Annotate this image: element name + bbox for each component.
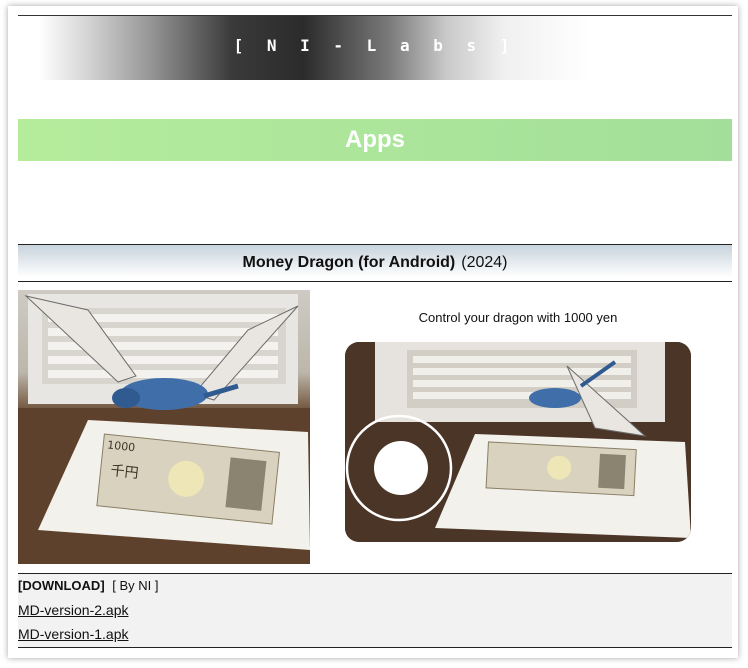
section-title: Apps (345, 126, 405, 153)
download-header: [DOWNLOAD] [ By NI ] (18, 578, 159, 593)
dragon-ar-screenshot-graphic (345, 342, 691, 542)
app-name: Money Dragon (for Android) (242, 254, 456, 271)
app-header: Money Dragon (for Android) (2024) (18, 244, 732, 282)
banknote-kanji: 千円 (110, 463, 140, 482)
page-frame: [ N I - L a b s ] Apps Money Dragon (for… (8, 6, 738, 658)
dragon-ar-screenshot (345, 342, 691, 542)
apk-link-version-2[interactable]: MD-version-2.apk (18, 602, 128, 618)
download-section: [DOWNLOAD] [ By NI ] MD-version-2.apk MD… (18, 573, 732, 648)
dragon-ar-photo: 1000 千円 (18, 290, 310, 564)
apps-section-banner: Apps (18, 119, 732, 161)
app-year: (2024) (461, 254, 508, 271)
site-title[interactable]: [ N I - L a b s ] (18, 36, 732, 55)
site-header: [ N I - L a b s ] (18, 15, 732, 80)
banknote-2 (485, 441, 637, 497)
apk-link-version-1[interactable]: MD-version-1.apk (18, 626, 128, 642)
dragon-ar-photo-graphic: 1000 千円 (18, 294, 310, 564)
joystick-knob-icon[interactable] (374, 441, 428, 495)
app-caption: Control your dragon with 1000 yen (418, 310, 618, 325)
download-author: [ By NI ] (112, 578, 159, 593)
download-label: [DOWNLOAD] (18, 578, 105, 593)
